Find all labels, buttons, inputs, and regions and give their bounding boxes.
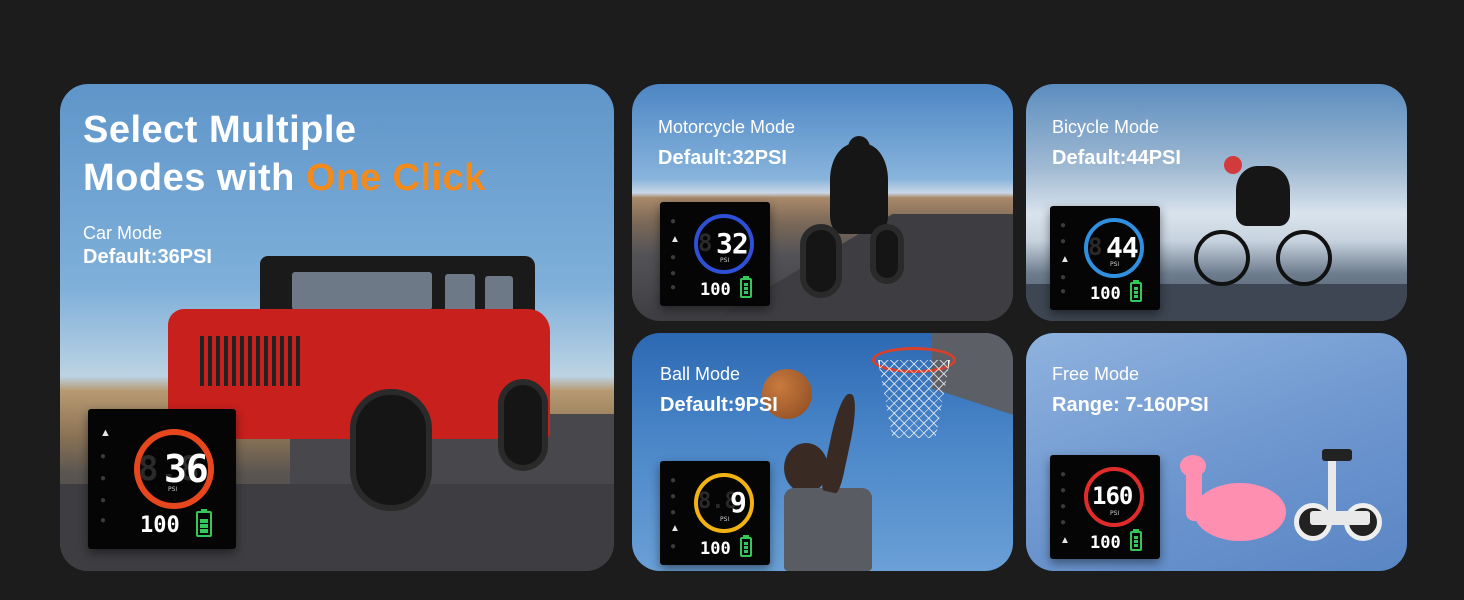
cyclist (1236, 166, 1290, 226)
target-reading: 100 (1090, 533, 1121, 553)
free-mode-icon: ● (670, 282, 677, 293)
mode-default-value: Default:9PSI (660, 394, 778, 416)
pressure-reading: 32 (716, 227, 749, 260)
headline-line-2: Modes with One Click (83, 154, 486, 202)
ball-icon: ● (1060, 517, 1067, 528)
ball-icon: ▲ (670, 523, 680, 534)
headline-prefix: Modes with (83, 157, 306, 199)
pressure-unit: PSI (720, 516, 730, 523)
battery-icon (740, 276, 752, 298)
motorcycle-icon: ● (1060, 236, 1067, 247)
player-jersey (784, 488, 872, 571)
scooter-base (1310, 511, 1370, 525)
pressure-unit: PSI (1110, 510, 1120, 517)
flamingo-float (1194, 483, 1286, 541)
pressure-reading: 160 (1092, 482, 1133, 510)
ghost-digit: 8 (1088, 233, 1103, 261)
ball-icon: ● (670, 268, 677, 279)
card-bicycle-mode: Bicycle Mode Default:44PSI ● ● ▲ ● ● 8 4… (1026, 84, 1407, 321)
bicycle-wheel (1194, 230, 1250, 286)
jeep-grille (200, 336, 300, 386)
card-motorcycle-mode: Motorcycle Mode Default:32PSI ● ▲ ● ● ● … (632, 84, 1013, 321)
mode-name: Motorcycle Mode (658, 117, 796, 137)
free-mode-icon: ▲ (1060, 535, 1070, 546)
pressure-unit: PSI (168, 486, 178, 493)
card-free-mode: Free Mode Range: 7-160PSI ● ● ● ● ▲ 160 … (1026, 333, 1407, 571)
car-icon: ● (670, 216, 677, 227)
battery-icon (740, 535, 752, 557)
inflator-display: ● ● ▲ ● ● 8 44 PSI 100 (1050, 206, 1160, 310)
mode-name: Car Mode (83, 223, 163, 243)
inflator-display: ▲ ● ● ● ● 8.8 36 PSI 100 (88, 409, 236, 549)
free-mode-icon: ● (1060, 286, 1067, 297)
basketball-net (878, 360, 950, 438)
target-reading: 100 (700, 539, 731, 559)
jeep-windshield (292, 272, 432, 310)
car-icon: ● (1060, 220, 1067, 231)
mode-default-value: Default:32PSI (658, 147, 787, 169)
ball-icon: ● (1060, 272, 1067, 283)
pressure-unit: PSI (720, 257, 730, 264)
motorcycle-icon: ● (1060, 485, 1067, 496)
motorcycle-icon: ● (670, 491, 677, 502)
mode-name: Free Mode (1052, 364, 1140, 384)
motorcycle-icon: ▲ (670, 234, 680, 245)
mode-default-value: Default:36PSI (83, 246, 212, 268)
free-mode-icon: ● (100, 515, 107, 526)
bicycle-icon: ● (670, 507, 677, 518)
mode-range-value: Range: 7-160PSI (1052, 394, 1209, 416)
pressure-reading: 36 (164, 447, 209, 491)
battery-icon (1130, 529, 1142, 551)
free-mode-icon: ● (670, 541, 677, 552)
bicycle-icon: ▲ (1060, 254, 1070, 265)
car-icon: ● (670, 475, 677, 486)
headline-accent: One Click (305, 157, 486, 199)
pressure-unit: PSI (1110, 261, 1120, 268)
inflator-display: ● ● ● ▲ ● 8.8 9 PSI 100 (660, 461, 770, 565)
target-reading: 100 (1090, 284, 1121, 304)
rider-helmet (848, 136, 870, 160)
target-reading: 100 (700, 280, 731, 300)
wheel (870, 224, 904, 284)
bicycle-icon: ● (100, 473, 107, 484)
scooter-handle (1322, 449, 1352, 461)
mode-name: Ball Mode (660, 364, 741, 384)
bicycle-icon: ● (1060, 501, 1067, 512)
motorcycle-icon: ● (100, 451, 107, 462)
pressure-reading: 9 (730, 486, 747, 519)
ball-icon: ● (100, 495, 107, 506)
wheel (800, 224, 842, 298)
player-arm (819, 392, 861, 494)
card-ball-mode: Ball Mode Default:9PSI ● ● ● ▲ ● 8.8 9 P… (632, 333, 1013, 571)
headline: Select Multiple Modes with One Click (83, 106, 486, 202)
pressure-reading: 44 (1106, 231, 1139, 264)
bicycle-wheel (1276, 230, 1332, 286)
battery-icon (196, 509, 212, 537)
inflator-display: ● ▲ ● ● ● 8 32 PSI 100 (660, 202, 770, 306)
battery-icon (1130, 280, 1142, 302)
card-car-mode: Select Multiple Modes with One Click Car… (60, 84, 614, 571)
inflator-display: ● ● ● ● ▲ 160 PSI 100 (1050, 455, 1160, 559)
ghost-digit: 8 (698, 229, 713, 257)
jeep-side-window (445, 274, 475, 312)
headline-line-1: Select Multiple (83, 109, 357, 151)
flamingo-head (1180, 455, 1206, 477)
car-icon: ● (1060, 469, 1067, 480)
car-icon: ▲ (100, 427, 111, 439)
mode-default-value: Default:44PSI (1052, 147, 1181, 169)
wheel (498, 379, 548, 471)
target-reading: 100 (140, 513, 180, 538)
mode-name: Bicycle Mode (1052, 117, 1160, 137)
cyclist-helmet (1224, 156, 1242, 174)
wheel (350, 389, 432, 511)
bicycle-icon: ● (670, 252, 677, 263)
jeep-side-window (485, 276, 513, 312)
